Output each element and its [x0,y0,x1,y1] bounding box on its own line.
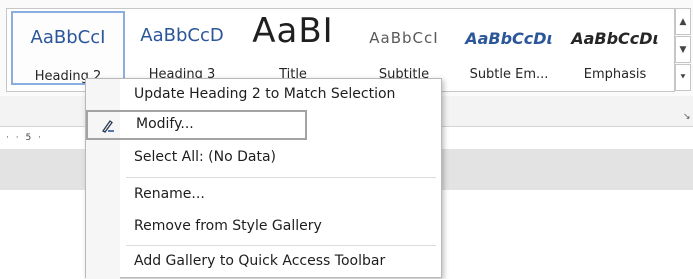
gallery-scrollbar: ▲ ▼ ⯆ [675,8,691,92]
menu-item-rename[interactable]: Rename... [86,180,441,210]
menu-item-label: Add Gallery to Quick Access Toolbar [134,253,386,269]
style-heading-3[interactable]: AaBbCcD Heading 3 [127,11,237,85]
menu-item-label: Select All: (No Data) [134,149,277,165]
style-heading-2[interactable]: AaBbCcI Heading 2 [11,11,125,85]
scroll-down-button[interactable]: ▼ [675,36,691,63]
style-name: Subtle Em... [469,67,549,82]
style-emphasis[interactable]: AaBbCcDι Emphasis [563,11,667,85]
menu-item-label: Modify... [136,116,194,132]
scroll-up-button[interactable]: ▲ [675,8,691,35]
menu-item-label: Remove from Style Gallery [134,218,322,234]
style-subtle-emphasis[interactable]: AaBbCcDι Subtle Em... [459,11,559,85]
menu-item-update-heading[interactable]: Update Heading 2 to Match Selection [86,80,441,110]
style-preview: AaBbCcI [369,29,439,47]
menu-item-modify[interactable]: Modify... [86,110,307,140]
menu-item-add-to-quick-access[interactable]: Add Gallery to Quick Access Toolbar [86,247,441,277]
menu-item-label: Update Heading 2 to Match Selection [134,86,396,102]
more-styles-button[interactable]: ⯆ [675,64,691,91]
menu-item-remove-from-gallery[interactable]: Remove from Style Gallery [86,212,441,242]
style-preview: AaBbCcDι [465,29,553,48]
style-preview: AaBbCcI [30,27,106,48]
style-preview: AaBbCcD [140,25,224,46]
modify-pencil-icon [102,120,114,133]
style-name: Emphasis [583,67,647,82]
context-menu: Update Heading 2 to Match Selection Modi… [85,78,442,279]
style-title[interactable]: AaBI Title [239,11,347,85]
menu-separator [126,177,436,178]
style-preview: AaBbCcDι [571,29,659,48]
menu-item-select-all[interactable]: Select All: (No Data) [86,143,441,173]
ruler-marks: · · 5 · [6,133,43,143]
dialog-launcher-icon[interactable]: ↘ [683,112,691,122]
menu-item-label: Rename... [134,186,205,202]
style-preview: AaBI [252,11,334,51]
menu-separator [126,245,436,246]
style-subtitle[interactable]: AaBbCcI Subtitle [349,11,459,85]
